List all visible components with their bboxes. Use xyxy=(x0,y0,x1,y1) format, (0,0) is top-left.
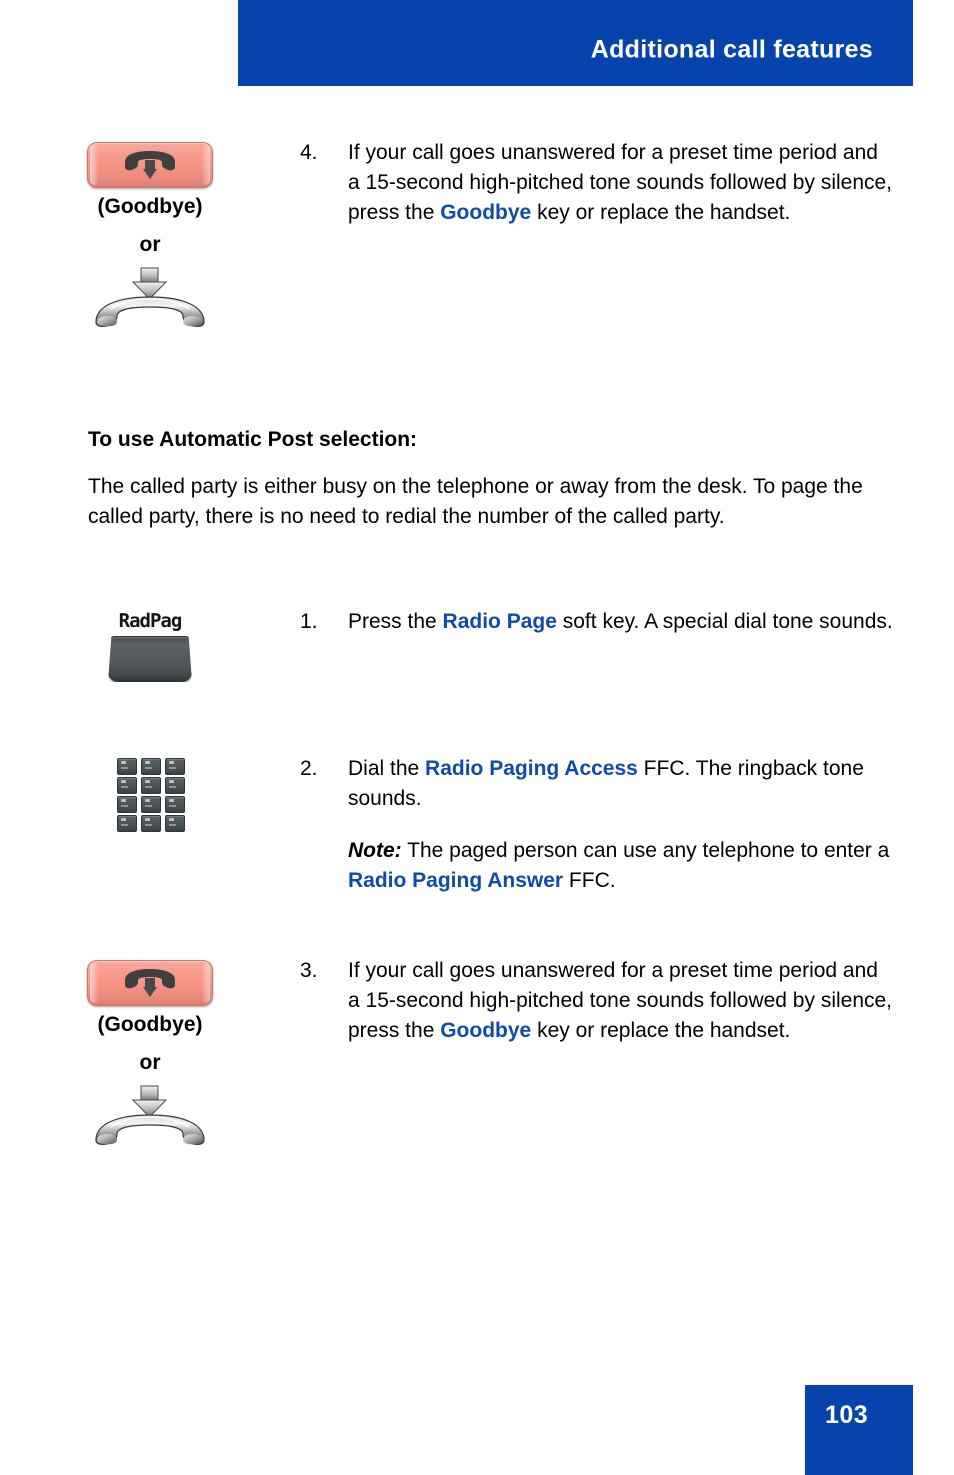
note-label: Note: xyxy=(348,839,402,862)
keypad-key[interactable] xyxy=(165,777,185,794)
step-1-number: 1. xyxy=(300,610,318,633)
page-header-title: Additional call features xyxy=(590,35,873,64)
step-3-line: 3. If your call goes unanswered for a pr… xyxy=(300,956,894,1046)
step-4-text-part2: key or replace the handset. xyxy=(531,201,791,224)
page-content: (Goodbye) or 4. If your call goes unansw… xyxy=(0,86,954,1151)
goodbye-key-group: (Goodbye) or xyxy=(87,142,213,333)
keypad-key-mark xyxy=(145,761,155,769)
step-3-link-goodbye: Goodbye xyxy=(440,1019,532,1042)
keypad-key[interactable] xyxy=(117,758,137,775)
keypad-key-mark xyxy=(169,818,179,826)
goodbye-or-label: or xyxy=(139,233,161,256)
keypad-key[interactable] xyxy=(117,796,137,813)
softkey-lcd-label: RadPag xyxy=(118,610,183,632)
goodbye-key-caption: (Goodbye) xyxy=(97,1013,203,1036)
keypad-key-mark xyxy=(145,818,155,826)
handset-replace-icon xyxy=(91,1084,209,1151)
step-3-body: If your call goes unanswered for a prese… xyxy=(348,956,894,1046)
handset-down-arrow-glyph xyxy=(125,969,175,997)
step-1-link-radio-page: Radio Page xyxy=(442,610,557,633)
keypad-key-mark xyxy=(121,780,131,788)
step-row-2: 2. Dial the Radio Paging Access FFC. The… xyxy=(0,754,954,896)
key-bevel-right xyxy=(201,963,210,1003)
step-2-body: Dial the Radio Paging Access FFC. The ri… xyxy=(348,754,894,896)
step-row-4: (Goodbye) or 4. If your call goes unansw… xyxy=(0,138,954,333)
keypad-key[interactable] xyxy=(117,815,137,832)
step-4-number: 4. xyxy=(300,141,318,164)
handset-replace-icon xyxy=(91,266,209,333)
page-header-bar: Additional call features xyxy=(238,0,913,86)
keypad-key[interactable] xyxy=(141,815,161,832)
keypad-key-mark xyxy=(121,761,131,769)
goodbye-key-group: (Goodbye) or xyxy=(87,960,213,1151)
step-1-text-part1: Press the xyxy=(348,610,443,633)
keypad-key-mark xyxy=(145,780,155,788)
note-text-part2: FFC. xyxy=(563,869,616,892)
step-1-body: Press the Radio Page soft key. A special… xyxy=(348,607,894,637)
step-1-icon-column: RadPag xyxy=(0,607,300,682)
keypad-key-mark xyxy=(169,799,179,807)
step-2-link-radio-paging-access: Radio Paging Access xyxy=(425,757,638,780)
keypad-key[interactable] xyxy=(165,815,185,832)
goodbye-key-icon[interactable] xyxy=(87,960,213,1006)
step-3-text-part2: key or replace the handset. xyxy=(531,1019,791,1042)
keypad-key[interactable] xyxy=(141,777,161,794)
step-4-icon-column: (Goodbye) or xyxy=(0,138,300,333)
footer-page-number: 103 xyxy=(825,1401,869,1429)
step-2-icon-column xyxy=(0,754,300,832)
keypad-key-mark xyxy=(121,799,131,807)
keypad-key[interactable] xyxy=(165,796,185,813)
step-3-number: 3. xyxy=(300,959,318,982)
key-bevel-left xyxy=(90,145,99,185)
softkey-group: RadPag xyxy=(108,611,192,682)
step-1-text-part2: soft key. A special dial tone sounds. xyxy=(556,610,893,633)
step-4-link-goodbye: Goodbye xyxy=(440,201,532,224)
radio-page-soft-key[interactable] xyxy=(108,636,192,682)
step-2-text-part1: Dial the xyxy=(348,757,426,780)
handset-down-arrow-glyph xyxy=(125,151,175,179)
footer-page-number-box: 103 xyxy=(805,1385,913,1475)
step-1-line: 1. Press the Radio Page soft key. A spec… xyxy=(300,607,894,637)
step-2-note: Note: The paged person can use any telep… xyxy=(348,836,894,896)
step-4-body: If your call goes unanswered for a prese… xyxy=(348,138,894,228)
step-row-3: (Goodbye) or 3. If your call goes unansw… xyxy=(0,956,954,1151)
keypad-key[interactable] xyxy=(141,758,161,775)
keypad-key[interactable] xyxy=(117,777,137,794)
keypad-key[interactable] xyxy=(165,758,185,775)
keypad-key-mark xyxy=(169,761,179,769)
step-4-line: 4. If your call goes unanswered for a pr… xyxy=(300,138,894,228)
section-paragraph: The called party is either busy on the t… xyxy=(88,475,863,528)
key-bevel-right xyxy=(201,145,210,185)
keypad-key[interactable] xyxy=(141,796,161,813)
step-row-1: RadPag 1. Press the Radio Page soft key.… xyxy=(0,607,954,682)
goodbye-key-icon[interactable] xyxy=(87,142,213,188)
goodbye-or-label: or xyxy=(139,1051,161,1074)
step-3-icon-column: (Goodbye) or xyxy=(0,956,300,1151)
step-2-line: 2. Dial the Radio Paging Access FFC. The… xyxy=(300,754,894,896)
section-heading: To use Automatic Post selection: xyxy=(88,428,418,451)
keypad-key-mark xyxy=(169,780,179,788)
dialpad-keypad-icon[interactable] xyxy=(117,758,185,832)
note-text-part1: The paged person can use any telephone t… xyxy=(401,839,890,862)
step-2-text-column: 2. Dial the Radio Paging Access FFC. The… xyxy=(300,754,954,896)
goodbye-key-caption: (Goodbye) xyxy=(97,195,203,218)
keypad-key-mark xyxy=(145,799,155,807)
step-4-text-column: 4. If your call goes unanswered for a pr… xyxy=(300,138,954,228)
step-1-text-column: 1. Press the Radio Page soft key. A spec… xyxy=(300,607,954,637)
key-bevel-left xyxy=(90,963,99,1003)
keypad-key-mark xyxy=(121,818,131,826)
note-link-radio-paging-answer: Radio Paging Answer xyxy=(348,869,564,892)
step-2-number: 2. xyxy=(300,757,318,780)
step-3-text-column: 3. If your call goes unanswered for a pr… xyxy=(300,956,954,1046)
